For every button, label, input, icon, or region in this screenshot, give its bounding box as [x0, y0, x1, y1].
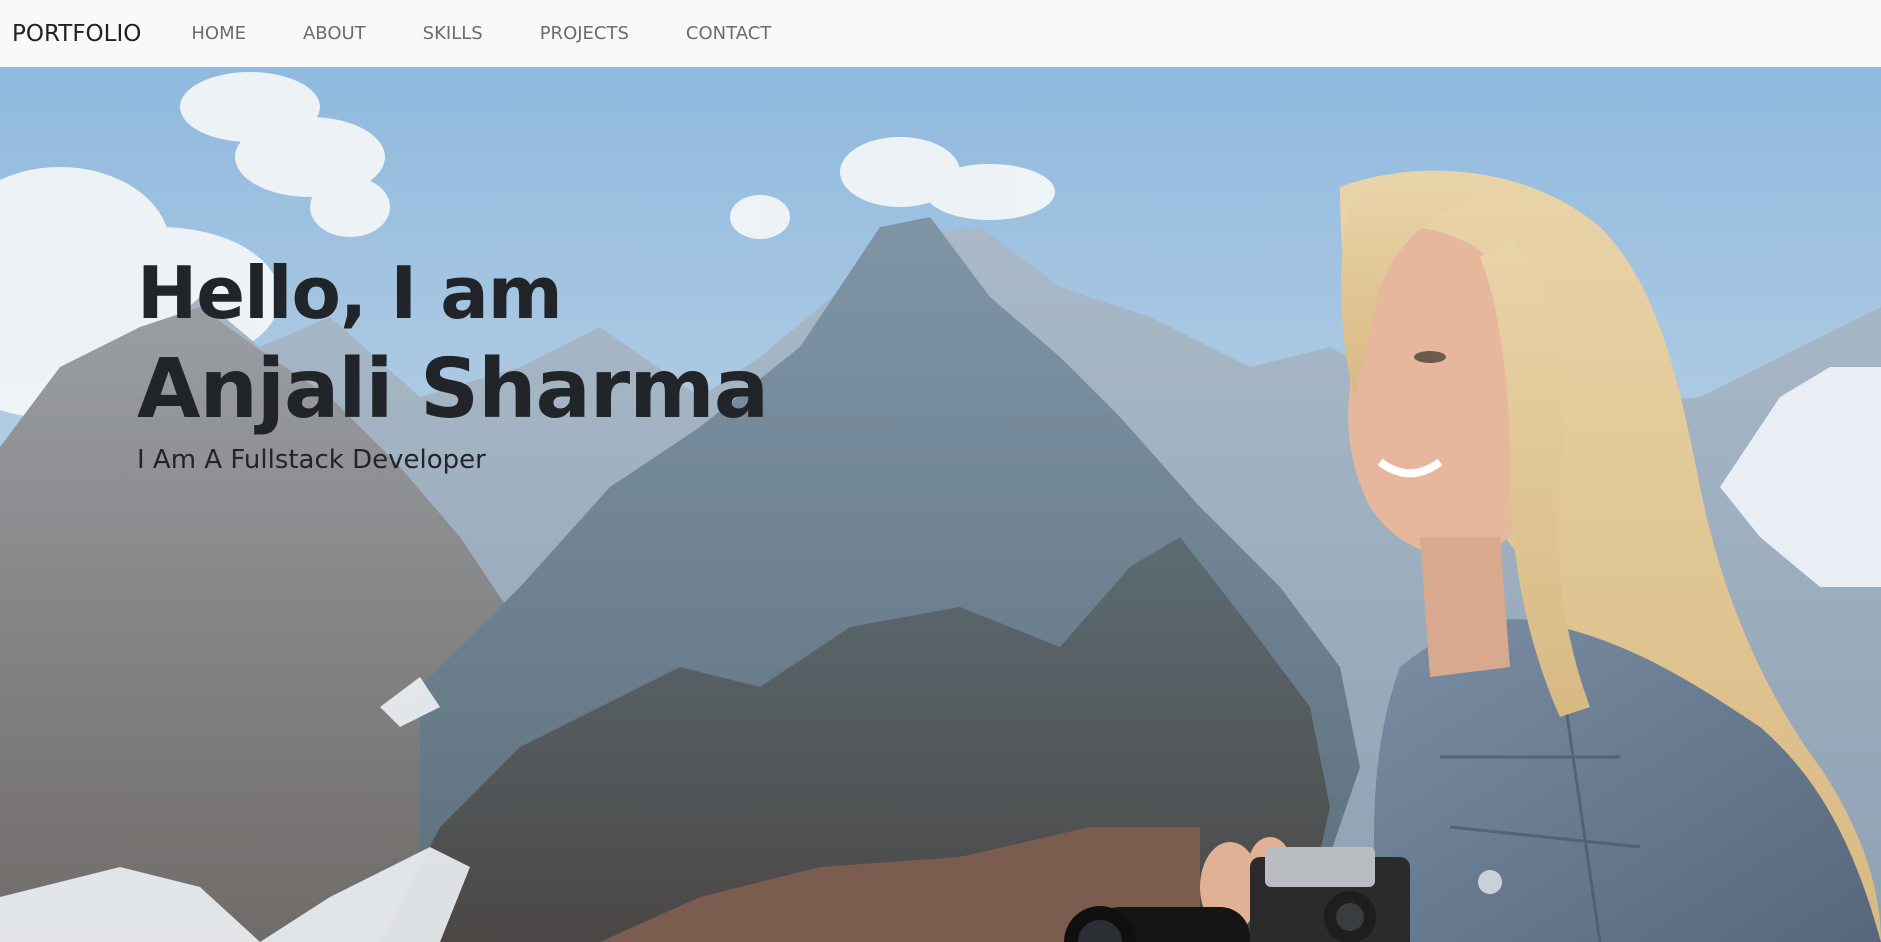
hero-greeting: Hello, I am: [137, 251, 563, 335]
nav-link-skills[interactable]: SKILLS: [423, 23, 483, 44]
hero-intro: Hello, I am Anjali Sharma I Am A Fullsta…: [137, 251, 769, 475]
nav-links: HOME ABOUT SKILLS PROJECTS CONTACT: [171, 23, 808, 44]
brand-logo[interactable]: PORTFOLIO: [12, 21, 141, 47]
nav-link-home[interactable]: HOME: [191, 23, 246, 44]
nav-link-about[interactable]: ABOUT: [303, 23, 366, 44]
nav-link-contact[interactable]: CONTACT: [686, 23, 771, 44]
hero-background-image: [0, 67, 1881, 942]
hero-role: I Am A Fullstack Developer: [137, 445, 486, 475]
hero-name: Anjali Sharma: [137, 342, 769, 437]
hero-section: Hello, I am Anjali Sharma I Am A Fullsta…: [0, 67, 1881, 942]
nav-link-projects[interactable]: PROJECTS: [540, 23, 629, 44]
navbar: PORTFOLIO HOME ABOUT SKILLS PROJECTS CON…: [0, 0, 1881, 67]
